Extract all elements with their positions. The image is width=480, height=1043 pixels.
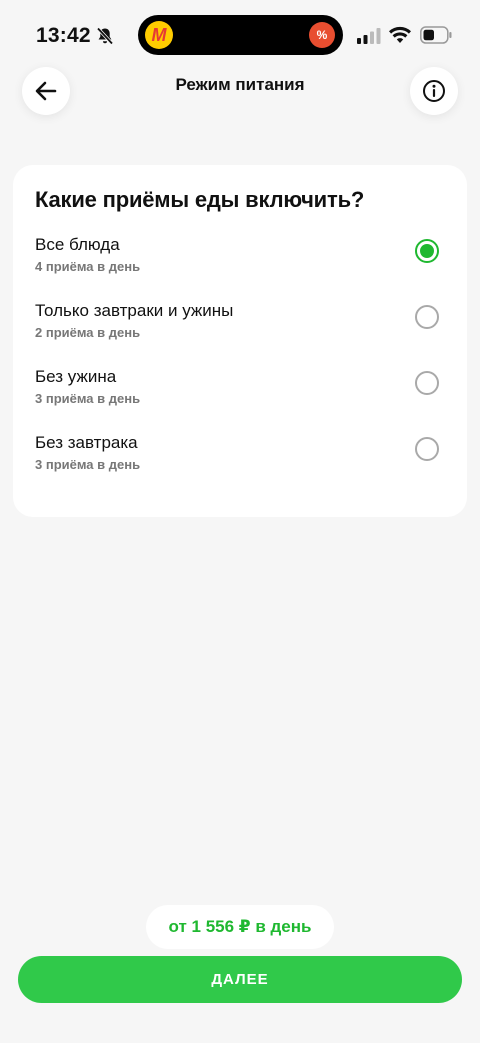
- option-subtitle: 3 приёма в день: [35, 391, 141, 406]
- page-title: Режим питания: [175, 75, 305, 94]
- option-all-meals[interactable]: Все блюда 4 приёма в день: [13, 235, 467, 295]
- option-subtitle: 2 приёма в день: [35, 325, 141, 340]
- option-breakfast-dinner[interactable]: Только завтраки и ужины 2 приёма в день: [13, 301, 467, 361]
- option-no-breakfast[interactable]: Без завтрака 3 приёма в день: [13, 433, 467, 493]
- cellular-signal-icon: [357, 28, 381, 44]
- market-logo-icon: M: [145, 21, 173, 49]
- info-icon: [423, 80, 445, 102]
- card-title: Какие приёмы еды включить?: [35, 187, 365, 212]
- radio-unchecked[interactable]: [415, 437, 439, 461]
- back-button[interactable]: [22, 67, 70, 115]
- bell-muted-icon: [96, 27, 114, 45]
- dynamic-island: M %: [138, 15, 343, 55]
- option-label: Без завтрака: [35, 433, 138, 452]
- option-label: Без ужина: [35, 367, 117, 386]
- radio-checked[interactable]: [415, 239, 439, 263]
- meal-options-card: Какие приёмы еды включить? Все блюда 4 п…: [13, 165, 467, 517]
- option-label: Только завтраки и ужины: [35, 301, 234, 320]
- screen: 13:42 M % Режим питания Какие приёмы еды…: [0, 0, 480, 1043]
- status-bar: 13:42 M %: [0, 0, 480, 70]
- option-subtitle: 4 приёма в день: [35, 259, 141, 274]
- battery-icon: [420, 26, 452, 44]
- next-button[interactable]: ДАЛЕЕ: [18, 956, 462, 1003]
- price-per-day-badge: от 1 556 ₽ в день: [146, 905, 334, 949]
- option-label: Все блюда: [35, 235, 120, 254]
- info-button[interactable]: [410, 67, 458, 115]
- arrow-left-icon: [35, 81, 57, 101]
- promo-badge-icon: %: [309, 22, 335, 48]
- option-subtitle: 3 приёма в день: [35, 457, 141, 472]
- status-time: 13:42: [36, 24, 91, 47]
- wifi-icon: [389, 26, 411, 43]
- radio-unchecked[interactable]: [415, 371, 439, 395]
- option-no-dinner[interactable]: Без ужина 3 приёма в день: [13, 367, 467, 427]
- radio-unchecked[interactable]: [415, 305, 439, 329]
